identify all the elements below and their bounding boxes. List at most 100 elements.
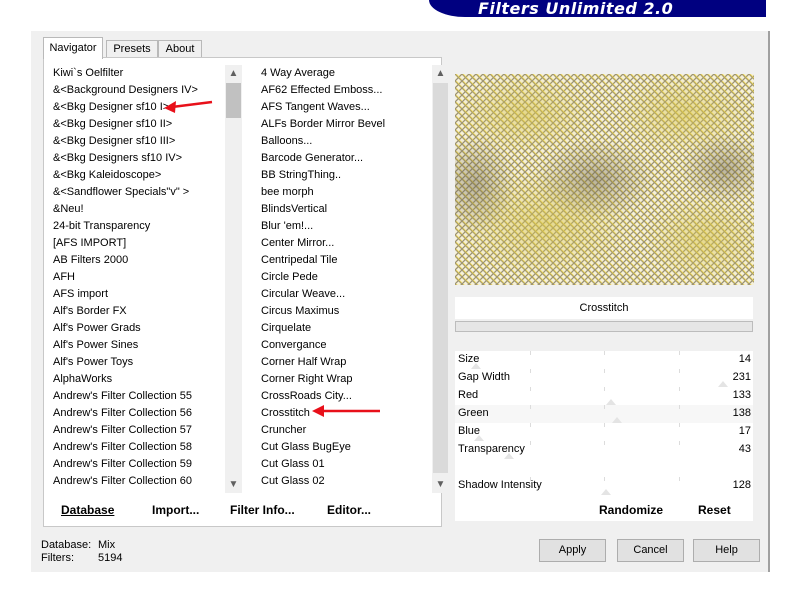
category-item[interactable]: Andrew's Filter Collection 58 (53, 439, 231, 456)
slider-tick (679, 387, 680, 391)
window-title: Filters Unlimited 2.0 (478, 0, 674, 18)
category-item[interactable]: Andrew's Filter Collection 61 (53, 490, 231, 493)
parameter-row[interactable]: Transparency 43 (455, 441, 753, 459)
slider-tick (604, 477, 605, 481)
tab-navigator[interactable]: Navigator (43, 37, 103, 59)
tab-about[interactable]: About (158, 40, 202, 58)
filter-item[interactable]: BlindsVertical (261, 201, 437, 218)
database-button[interactable]: Database (61, 503, 114, 517)
filter-item[interactable]: Convergance (261, 337, 437, 354)
slider-thumb[interactable] (601, 489, 611, 495)
filter-item[interactable]: Cut Glass BugEye (261, 439, 437, 456)
filter-item[interactable]: ALFs Border Mirror Bevel (261, 116, 437, 133)
category-item[interactable]: &<Bkg Designer sf10 II> (53, 116, 231, 133)
tab-presets[interactable]: Presets (106, 40, 158, 58)
slider-tick (530, 405, 531, 409)
filter-item[interactable]: Blur 'em!... (261, 218, 437, 235)
parameter-row[interactable]: Size 14 (455, 351, 753, 369)
slider-tick (530, 441, 531, 445)
slider-tick (604, 387, 605, 391)
parameter-row[interactable]: Red 133 (455, 387, 753, 405)
category-item[interactable]: &<Bkg Designer sf10 III> (53, 133, 231, 150)
filter-item[interactable]: Cirquelate (261, 320, 437, 337)
apply-label: Apply (558, 544, 587, 556)
help-button[interactable]: Help (693, 539, 760, 562)
category-item[interactable]: Andrew's Filter Collection 57 (53, 422, 231, 439)
category-item[interactable]: &<Bkg Designers sf10 IV> (53, 150, 231, 167)
category-scrollbar[interactable]: ▲ ▼ (225, 65, 242, 493)
filter-scrollbar[interactable]: ▲ ▼ (432, 65, 449, 493)
parameter-row[interactable]: Green 138 (455, 405, 753, 423)
slider-tick (679, 423, 680, 427)
parameter-row[interactable]: Blue 17 (455, 423, 753, 441)
category-item[interactable]: Andrew's Filter Collection 60 (53, 473, 231, 490)
filter-item[interactable]: Cut Glass 02 (261, 473, 437, 490)
category-item[interactable]: AFS import (53, 286, 231, 303)
editor-button[interactable]: Editor... (327, 503, 371, 517)
status-database-label: Database: (41, 539, 92, 551)
parameter-name: Size (458, 353, 480, 365)
category-item[interactable]: Alf's Power Toys (53, 354, 231, 371)
filter-item[interactable]: Cut Glass 03 (261, 490, 437, 493)
category-item[interactable]: 24-bit Transparency (53, 218, 231, 235)
category-item[interactable]: Andrew's Filter Collection 56 (53, 405, 231, 422)
scroll-up-icon[interactable]: ▲ (432, 65, 449, 82)
randomize-button[interactable]: Randomize (599, 503, 663, 517)
category-item[interactable]: AB Filters 2000 (53, 252, 231, 269)
filter-item[interactable]: AFS Tangent Waves... (261, 99, 437, 116)
reset-button[interactable]: Reset (698, 503, 731, 517)
parameter-value: 138 (732, 407, 751, 419)
crosstitch-preview-image (455, 74, 754, 285)
filter-item[interactable]: AF62 Effected Emboss... (261, 82, 437, 99)
scroll-up-icon[interactable]: ▲ (225, 65, 242, 82)
category-item[interactable]: [AFS IMPORT] (53, 235, 231, 252)
filter-item[interactable]: Cut Glass 01 (261, 456, 437, 473)
category-item[interactable]: Andrew's Filter Collection 59 (53, 456, 231, 473)
filter-item[interactable]: Center Mirror... (261, 235, 437, 252)
selected-filter-name-text: Crosstitch (579, 302, 629, 314)
filter-item[interactable]: Circle Pede (261, 269, 437, 286)
category-item[interactable]: AlphaWorks (53, 371, 231, 388)
category-scrollbar-thumb[interactable] (226, 83, 241, 118)
parameter-row[interactable]: Shadow Intensity 128 (455, 477, 753, 495)
reset-label: Reset (698, 503, 731, 517)
filter-scrollbar-track[interactable] (433, 83, 448, 473)
cancel-button[interactable]: Cancel (617, 539, 684, 562)
category-item[interactable]: &<Sandflower Specials"v" > (53, 184, 231, 201)
filter-item[interactable]: Circus Maximus (261, 303, 437, 320)
category-item[interactable]: &Neu! (53, 201, 231, 218)
scroll-down-icon[interactable]: ▼ (432, 476, 449, 493)
category-item[interactable]: AFH (53, 269, 231, 286)
apply-button[interactable]: Apply (539, 539, 606, 562)
filter-item[interactable]: Barcode Generator... (261, 150, 437, 167)
filter-info-button[interactable]: Filter Info... (230, 503, 295, 517)
filter-item[interactable]: Corner Right Wrap (261, 371, 437, 388)
cancel-label: Cancel (633, 544, 668, 556)
import-button[interactable]: Import... (152, 503, 199, 517)
status-filters-label: Filters: (41, 552, 74, 564)
category-item[interactable]: Alf's Power Grads (53, 320, 231, 337)
parameter-sliders[interactable]: Size 14 Gap Width 231 Red 133 Green 138 Blue 17 Tr… (455, 351, 753, 521)
slider-tick (530, 351, 531, 355)
category-item[interactable]: Kiwi`s Oelfilter (53, 65, 231, 82)
filter-item[interactable]: BB StringThing.. (261, 167, 437, 184)
filter-item[interactable]: Cruncher (261, 422, 437, 439)
category-list[interactable]: Kiwi`s Oelfilter &<Background Designers I… (47, 65, 231, 493)
filter-item[interactable]: Corner Half Wrap (261, 354, 437, 371)
category-item[interactable]: Alf's Power Sines (53, 337, 231, 354)
red-arrow-icon (164, 100, 213, 113)
category-item[interactable]: &<Bkg Kaleidoscope> (53, 167, 231, 184)
slider-tick (604, 351, 605, 355)
tab-presets-label: Presets (113, 43, 151, 55)
filter-item[interactable]: Circular Weave... (261, 286, 437, 303)
scroll-down-icon[interactable]: ▼ (225, 476, 242, 493)
filter-item[interactable]: Centripedal Tile (261, 252, 437, 269)
filter-list[interactable]: 4 Way Average AF62 Effected Emboss... AFS … (255, 65, 437, 493)
category-item[interactable]: Alf's Border FX (53, 303, 231, 320)
parameter-row[interactable]: Gap Width 231 (455, 369, 753, 387)
filter-item[interactable]: bee morph (261, 184, 437, 201)
filter-item[interactable]: Balloons... (261, 133, 437, 150)
parameter-value: 14 (738, 353, 751, 365)
category-item[interactable]: Andrew's Filter Collection 55 (53, 388, 231, 405)
filter-item[interactable]: 4 Way Average (261, 65, 437, 82)
